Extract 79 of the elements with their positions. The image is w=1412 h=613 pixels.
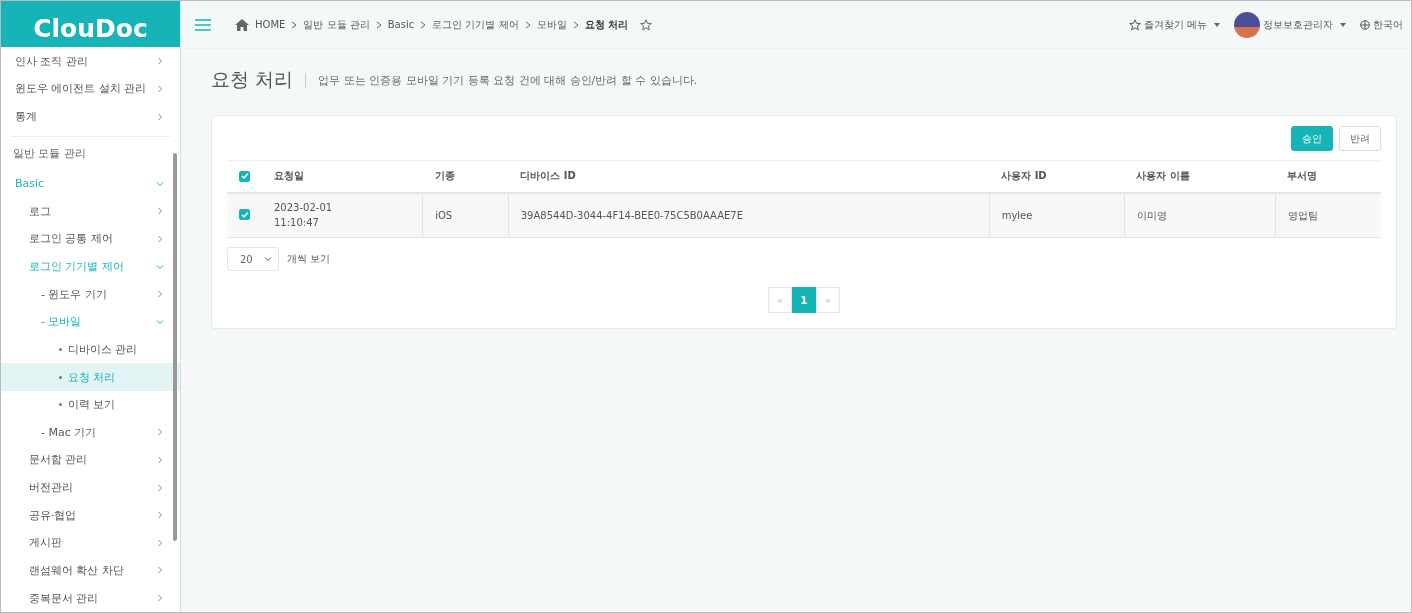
sidebar-item[interactable]: 문서함 관리 — [1, 446, 180, 474]
breadcrumb-item[interactable]: 모바일 — [536, 17, 567, 32]
column-header: 기종 — [422, 160, 509, 193]
chevron-right-icon — [156, 234, 164, 243]
sidebar-item[interactable]: 디바이스 관리 — [1, 335, 180, 364]
page-size-select[interactable]: 20 — [227, 247, 279, 271]
chevron-right-icon — [375, 20, 382, 29]
row-checkbox[interactable] — [239, 209, 250, 221]
sidebar-item[interactable]: 게시판 — [1, 529, 180, 557]
sidebar-item[interactable]: 중복문서 관리 — [1, 584, 180, 612]
table-cell: 2023-02-01 11:10:47 — [262, 192, 423, 238]
column-header: 부서명 — [1275, 160, 1381, 193]
caret-icon — [1214, 22, 1220, 27]
sidebar-item[interactable]: 이력 보기 — [1, 390, 180, 419]
sidebar-item[interactable]: - Mac 기기 — [1, 418, 180, 447]
chevron-right-icon — [156, 290, 164, 299]
chevron-right-icon — [156, 57, 164, 66]
sidebar-item[interactable]: 로그인 공통 제어 — [1, 225, 180, 253]
chevron-right-icon — [156, 511, 164, 520]
column-header: 사용자 이름 — [1124, 160, 1275, 193]
page-description: 업무 또는 인증용 모바일 기기 등록 요청 건에 대해 승인/반려 할 수 있습니다. — [305, 72, 698, 88]
table-cell: iOS — [422, 192, 509, 238]
reject-button[interactable]: 반려 — [1339, 126, 1381, 151]
chevron-right-icon — [156, 112, 164, 121]
caret-icon — [1340, 22, 1346, 27]
chevron-right-icon — [524, 20, 531, 29]
bullet-icon — [59, 403, 62, 407]
column-header: 사용자 ID — [989, 160, 1125, 193]
chevron-right-icon — [572, 20, 579, 29]
logo: ClouDoc — [1, 1, 180, 48]
chevron-right-icon — [420, 20, 427, 29]
star-icon — [1128, 18, 1141, 31]
breadcrumb-item[interactable]: 로그인 기기별 제어 — [432, 17, 519, 32]
breadcrumb-item[interactable]: 일반 모듈 관리 — [303, 17, 370, 32]
column-header: 디바이스 ID — [508, 160, 990, 193]
breadcrumb-item: 요청 처리 — [584, 17, 629, 32]
breadcrumb-item[interactable]: HOME — [255, 19, 286, 30]
sidebar-item[interactable]: 랜섬웨어 확산 차단 — [1, 556, 180, 585]
chevron-down-icon — [156, 262, 164, 271]
select-all-checkbox[interactable] — [239, 170, 250, 182]
chevron-down-icon — [156, 317, 164, 326]
sidebar-item[interactable]: 공유·협업 — [1, 501, 180, 529]
chevron-right-icon — [156, 207, 164, 216]
favorites-menu[interactable]: 즐겨찾기 메뉴 — [1128, 17, 1220, 32]
chevron-right-icon — [156, 566, 164, 575]
language-menu[interactable]: 한국어 — [1360, 17, 1403, 32]
chevron-right-icon — [156, 428, 164, 437]
menu-icon[interactable] — [195, 18, 211, 31]
column-header: 요청일 — [262, 160, 423, 193]
globe-icon — [1360, 19, 1370, 30]
chevron-right-icon — [156, 84, 164, 93]
breadcrumb-item[interactable]: Basic — [387, 19, 415, 30]
chevron-right-icon — [291, 20, 298, 29]
page-title: 요청 처리 — [211, 67, 294, 92]
chevron-right-icon — [156, 594, 164, 603]
table-cell: 이미영 — [1124, 192, 1275, 238]
sidebar-item[interactable]: 로그 — [1, 197, 180, 226]
sidebar-item[interactable]: 인사 조직 관리 — [1, 47, 180, 76]
sidebar-item[interactable]: 버전관리 — [1, 473, 180, 502]
section-title: 일반 모듈 관리 — [11, 136, 170, 170]
table-cell: mylee — [989, 192, 1125, 238]
bullet-icon — [59, 375, 62, 379]
chevron-down-icon — [156, 179, 164, 188]
chevron-down-icon — [264, 255, 272, 263]
home-icon — [235, 18, 249, 31]
chevron-right-icon — [156, 455, 164, 464]
table-cell: 영업팀 — [1275, 192, 1381, 238]
star-icon[interactable] — [640, 18, 653, 31]
scrollbar[interactable] — [173, 153, 177, 541]
user-menu[interactable]: 정보보호관리자 — [1234, 11, 1346, 38]
page-size-label: 개씩 보기 — [287, 252, 331, 266]
table-cell: 39A8544D-3044-4F14-BEE0-75C5B0AAAE7E — [508, 192, 990, 238]
chevron-right-icon — [156, 483, 164, 492]
avatar-icon — [1234, 11, 1260, 38]
chevron-right-icon — [156, 538, 164, 547]
sidebar-item[interactable]: 통계 — [1, 102, 180, 131]
bullet-icon — [59, 347, 62, 351]
sidebar-item[interactable]: 윈도우 에이전트 설치 관리 — [1, 75, 180, 103]
sidebar-item[interactable]: - 윈도우 기기 — [1, 280, 180, 308]
